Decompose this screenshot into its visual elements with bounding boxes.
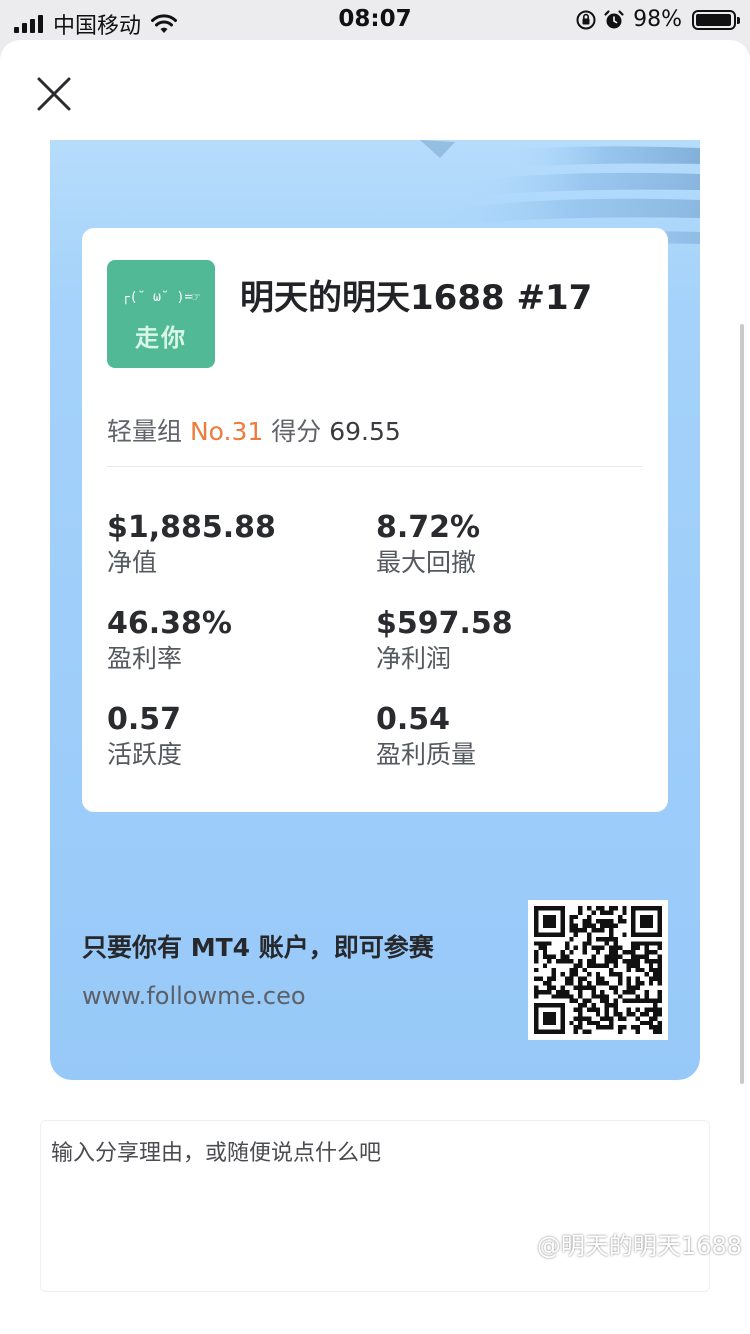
- stat-net-profit: $597.58 净利润: [376, 606, 513, 676]
- scrollbar[interactable]: [740, 324, 744, 1084]
- stat-value: $1,885.88: [107, 510, 276, 545]
- close-icon: [37, 77, 71, 111]
- status-bar-right: 98%: [575, 7, 740, 32]
- share-reason-input[interactable]: [40, 1120, 710, 1292]
- close-button[interactable]: [34, 74, 74, 114]
- divider: [107, 466, 643, 467]
- stat-value: 0.57: [107, 702, 182, 737]
- stat-label: 活跃度: [107, 740, 183, 769]
- stat-profit-quality: 0.54 盈利质量: [376, 702, 476, 772]
- avatar: ┌(˘ ω˘ )=☞ 走你: [107, 260, 215, 368]
- stat-max-drawdown: 8.72% 最大回撤: [376, 510, 480, 580]
- promo-text: 只要你有 MT4 账户，即可参赛: [82, 933, 434, 962]
- stat-profit-rate: 46.38% 盈利率: [107, 606, 232, 676]
- share-sheet: ┌(˘ ω˘ )=☞ 走你 明天的明天1688 #17 轻量组 No.31 得分…: [0, 40, 750, 1334]
- qr-code: [528, 900, 668, 1040]
- battery-icon: [692, 9, 740, 30]
- user-title: 明天的明天1688 #17: [240, 278, 593, 318]
- stat-value: 46.38%: [107, 606, 232, 641]
- rank-group: 轻量组: [107, 417, 183, 446]
- stat-value: 8.72%: [376, 510, 481, 545]
- stat-value: 0.54: [376, 702, 451, 737]
- rank-number: No.31: [189, 417, 264, 446]
- stat-value: $597.58: [376, 606, 513, 641]
- orientation-lock-icon: [576, 10, 596, 29]
- score-label: 得分: [271, 417, 322, 446]
- stat-label: 盈利质量: [376, 740, 477, 769]
- stat-label: 净利润: [376, 644, 452, 673]
- stat-label: 最大回撤: [376, 548, 477, 577]
- share-poster: ┌(˘ ω˘ )=☞ 走你 明天的明天1688 #17 轻量组 No.31 得分…: [50, 140, 700, 1080]
- promo-url: www.followme.ceo: [82, 982, 306, 1010]
- watermark: @明天的明天1688: [536, 1232, 742, 1260]
- status-bar: 中国移动 08:07 98%: [0, 0, 750, 40]
- avatar-text: 走你: [135, 324, 187, 352]
- battery-fill: [696, 13, 732, 26]
- stat-activity: 0.57 活跃度: [107, 702, 182, 772]
- avatar-emoticon: ┌(˘ ω˘ )=☞: [121, 290, 201, 305]
- stat-equity: $1,885.88 净值: [107, 510, 276, 580]
- stats-card: ┌(˘ ω˘ )=☞ 走你 明天的明天1688 #17 轻量组 No.31 得分…: [82, 228, 668, 812]
- qr-code-icon: [534, 906, 662, 1034]
- stat-label: 盈利率: [107, 644, 183, 673]
- rank-line: 轻量组 No.31 得分 69.55: [107, 412, 401, 448]
- score-value: 69.55: [329, 417, 401, 446]
- alarm-icon: [604, 9, 624, 28]
- battery-percent: 98%: [633, 7, 682, 32]
- stat-label: 净值: [107, 548, 158, 577]
